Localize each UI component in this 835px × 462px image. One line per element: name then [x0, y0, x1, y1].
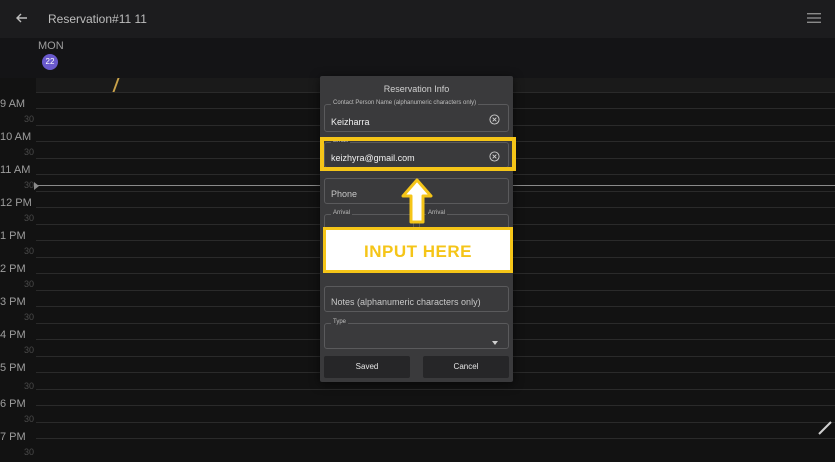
- half-hour-label: 30: [23, 147, 34, 157]
- hour-label-12pm: 12 PM: [0, 197, 32, 209]
- half-hour-label: 30: [23, 447, 34, 457]
- half-hour-label: 30: [23, 414, 34, 424]
- clear-icon[interactable]: [489, 114, 500, 125]
- app-bar: Reservation#11 11: [0, 0, 835, 38]
- day-name: MON: [38, 40, 64, 52]
- hamburger-menu-icon[interactable]: [807, 12, 821, 24]
- saved-button[interactable]: Saved: [324, 356, 410, 378]
- grid-line: [36, 438, 835, 439]
- half-hour-label: 30: [23, 180, 34, 190]
- cancel-button[interactable]: Cancel: [423, 356, 509, 378]
- current-time-marker: [34, 182, 39, 190]
- phone-placeholder: Phone: [331, 189, 358, 199]
- half-hour-label: 30: [23, 345, 34, 355]
- arrival-date-label: Arrival: [331, 210, 353, 216]
- chevron-down-icon[interactable]: [492, 341, 498, 345]
- day-number-badge[interactable]: 22: [42, 54, 58, 70]
- up-arrow-icon: [401, 178, 433, 224]
- half-hour-label: 30: [23, 213, 34, 223]
- hour-label-4pm: 4 PM: [0, 329, 26, 341]
- input-here-callout: INPUT HERE: [323, 227, 513, 273]
- half-hour-label: 30: [23, 114, 34, 124]
- app-title: Reservation#11 11: [48, 12, 147, 26]
- notes-placeholder: Notes (alphanumeric characters only): [331, 297, 481, 307]
- hour-label-11am: 11 AM: [0, 164, 31, 176]
- hour-label-6pm: 6 PM: [0, 398, 26, 410]
- hour-label-10am: 10 AM: [0, 131, 32, 143]
- contact-name-value: Keizharra: [331, 117, 370, 127]
- back-arrow-icon[interactable]: [14, 10, 30, 26]
- half-hour-label: 30: [23, 381, 34, 391]
- half-hour-label: 30: [23, 246, 34, 256]
- grid-line: [36, 405, 835, 406]
- contact-name-field[interactable]: Contact Person Name (alphanumeric charac…: [324, 100, 509, 132]
- half-hour-label: 30: [23, 312, 34, 322]
- hour-label-3pm: 3 PM: [0, 296, 26, 308]
- hour-label-7pm: 7 PM: [0, 431, 26, 443]
- hour-label-9am: 9 AM: [0, 98, 26, 110]
- callout-text: INPUT HERE: [364, 242, 472, 261]
- hour-label-2pm: 2 PM: [0, 263, 26, 275]
- grid-line: [36, 422, 835, 423]
- hour-label-1pm: 1 PM: [0, 230, 26, 242]
- dialog-title: Reservation Info: [383, 84, 450, 94]
- type-select[interactable]: Type: [324, 319, 509, 349]
- notes-field[interactable]: Notes (alphanumeric characters only): [324, 286, 509, 312]
- contact-name-label: Contact Person Name (alphanumeric charac…: [331, 100, 479, 106]
- type-label: Type: [331, 319, 349, 325]
- grid-line: [36, 389, 835, 390]
- half-hour-label: 30: [23, 279, 34, 289]
- scroll-handle-icon[interactable]: [817, 410, 835, 438]
- day-header: [0, 38, 835, 78]
- hour-label-5pm: 5 PM: [0, 362, 26, 374]
- email-highlight-box: [320, 137, 516, 171]
